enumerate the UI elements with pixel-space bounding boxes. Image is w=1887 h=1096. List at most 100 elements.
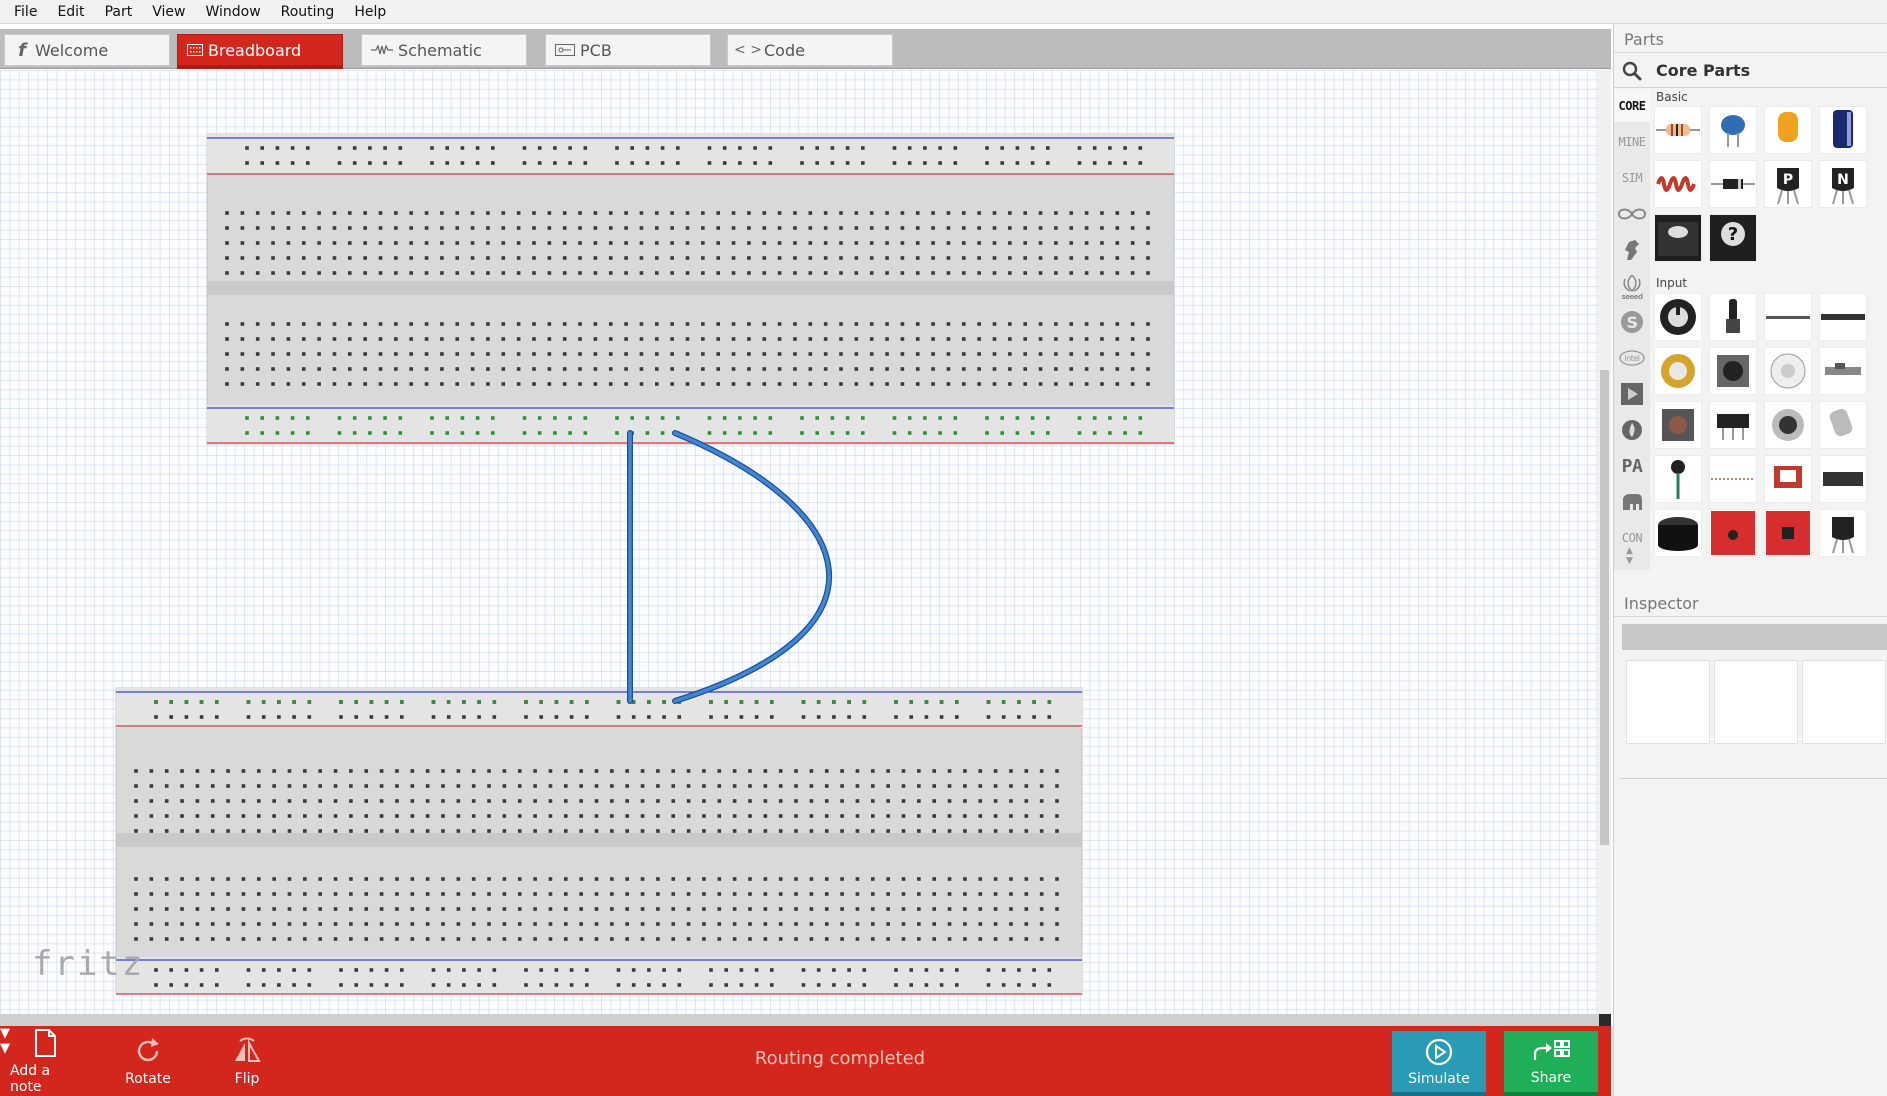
sparkfun-board-a-icon [1711,511,1755,555]
flame-icon[interactable] [1614,414,1650,446]
part-ceramic-capacitor[interactable] [1709,106,1757,154]
joystick-icon [1772,409,1804,441]
tab-schematic[interactable]: Schematic [361,34,527,66]
part-flex-sensor[interactable] [1764,293,1812,341]
sparkfun-s-icon[interactable]: S [1614,306,1650,338]
part-dip-switch[interactable] [1764,347,1812,395]
tab-label: PCB [580,40,612,60]
part-npn-transistor[interactable]: N [1819,160,1867,208]
sparkfun-board-b-icon [1766,511,1810,555]
tab-label: Schematic [398,40,482,60]
menu-edit[interactable]: Edit [47,4,94,20]
bin-tab-sim[interactable]: SIM [1614,162,1650,194]
breadboard-top[interactable] [206,133,1175,445]
part-piezo[interactable] [1654,347,1702,395]
menubar: File Edit Part View Window Routing Help [0,0,1887,24]
bin-tabs-scroll-icon[interactable]: ▲ ▼ [1626,546,1633,566]
part-joystick[interactable] [1764,401,1812,449]
simulate-underline [1392,1092,1486,1096]
menu-view[interactable]: View [142,4,195,20]
part-resistor[interactable] [1654,106,1702,154]
search-icon[interactable] [1614,54,1650,88]
part-stretch-sensor[interactable] [1709,455,1757,503]
share-grid-icon [1533,1039,1570,1060]
part-sparkfun-board-a[interactable] [1709,509,1757,557]
menu-routing[interactable]: Routing [271,4,345,20]
svg-text:seeed: seeed [1622,293,1643,301]
wire-curved[interactable] [672,430,832,704]
part-inductor[interactable] [1654,160,1702,208]
part-mystery-part[interactable]: ? [1709,214,1757,262]
right-dock: Parts Core Parts CORE MINE SIM seeed S i… [1613,24,1887,1096]
play-icon[interactable] [1614,378,1650,410]
part-slide-potentiometer[interactable] [1709,293,1757,341]
breadboard-canvas[interactable]: fritz [0,70,1611,1014]
flex-sensor-icon [1766,316,1810,319]
canvas-horizontal-scrollbar[interactable] [0,1014,1611,1026]
group-label-basic: Basic [1656,90,1688,104]
parts-bin-tabs: CORE MINE SIM seeed S intel PA CON ▲ ▼ [1614,90,1650,570]
temperature-sensor-icon [1832,517,1854,553]
dip-switch-icon [1770,353,1806,389]
tab-label: Code [764,40,805,60]
arduino-icon[interactable] [1614,198,1650,230]
bin-tab-mine[interactable]: MINE [1614,126,1650,158]
code-brackets-icon: < > [734,42,762,58]
part-microphone[interactable] [1654,455,1702,503]
parts-bin-header: Core Parts [1614,54,1887,88]
part-tantalum-capacitor[interactable] [1764,106,1812,154]
menu-help[interactable]: Help [344,4,396,20]
fist-icon[interactable] [1614,234,1650,266]
flip-label: Flip [234,1071,260,1087]
resistor-icon [1656,124,1700,136]
part-diode[interactable] [1709,160,1757,208]
pcb-icon [554,43,576,57]
flip-button[interactable]: Flip [222,1026,272,1096]
part-rotary-encoder[interactable] [1709,347,1757,395]
part-pnp-transistor[interactable]: P [1764,160,1812,208]
part-slide-switch[interactable] [1819,347,1867,395]
tab-code[interactable]: < > Code [727,34,893,66]
share-label: Share [1530,1069,1572,1086]
part-electrolytic-capacitor[interactable] [1819,106,1867,154]
add-note-button[interactable]: Add a note [10,1026,80,1096]
part-pushbutton[interactable] [1654,401,1702,449]
parts-title-divider [1614,52,1887,53]
ultrasonic-sensor-icon [1823,472,1863,486]
part-fsr[interactable] [1819,293,1867,341]
simulate-button[interactable]: Simulate [1392,1031,1486,1096]
bin-tab-pa[interactable]: PA [1614,450,1650,482]
part-temperature-sensor[interactable] [1819,509,1867,557]
elephant-icon[interactable] [1614,486,1650,518]
rotate-button[interactable]: Rotate [118,1026,178,1096]
tab-breadboard[interactable]: Breadboard [177,34,343,69]
seeed-icon[interactable]: seeed [1614,270,1650,302]
part-fet[interactable] [1654,214,1702,262]
npn-transistor-icon: N [1832,168,1854,204]
part-buzzer[interactable] [1654,509,1702,557]
tab-pcb[interactable]: PCB [545,34,711,66]
scrollbar-thumb[interactable] [1600,370,1609,845]
part-toggle-switch[interactable] [1709,401,1757,449]
breadboard-bottom[interactable] [115,687,1083,995]
canvas-vertical-scrollbar[interactable] [1598,70,1611,1014]
piezo-icon [1661,354,1695,388]
bin-tab-core[interactable]: CORE [1614,90,1650,122]
part-ultrasonic-sensor[interactable] [1819,455,1867,503]
intel-icon[interactable]: intel [1614,342,1650,374]
svg-text:N: N [1837,172,1849,188]
part-potentiometer[interactable] [1654,293,1702,341]
menu-window[interactable]: Window [195,4,270,20]
tab-welcome[interactable]: f Welcome [4,34,170,66]
inspector-header-bar [1622,624,1887,650]
pushbutton-icon [1662,409,1694,441]
menu-file[interactable]: File [4,4,47,20]
part-tilt-sensor[interactable] [1819,401,1867,449]
part-sparkfun-board-b[interactable] [1764,509,1812,557]
share-underline [1504,1092,1598,1096]
part-keyboard-matrix[interactable] [1764,455,1812,503]
breadboard-scene[interactable] [0,70,1611,1014]
inspector-divider [1620,778,1887,779]
share-button[interactable]: Share [1504,1031,1598,1096]
menu-part[interactable]: Part [95,4,143,20]
